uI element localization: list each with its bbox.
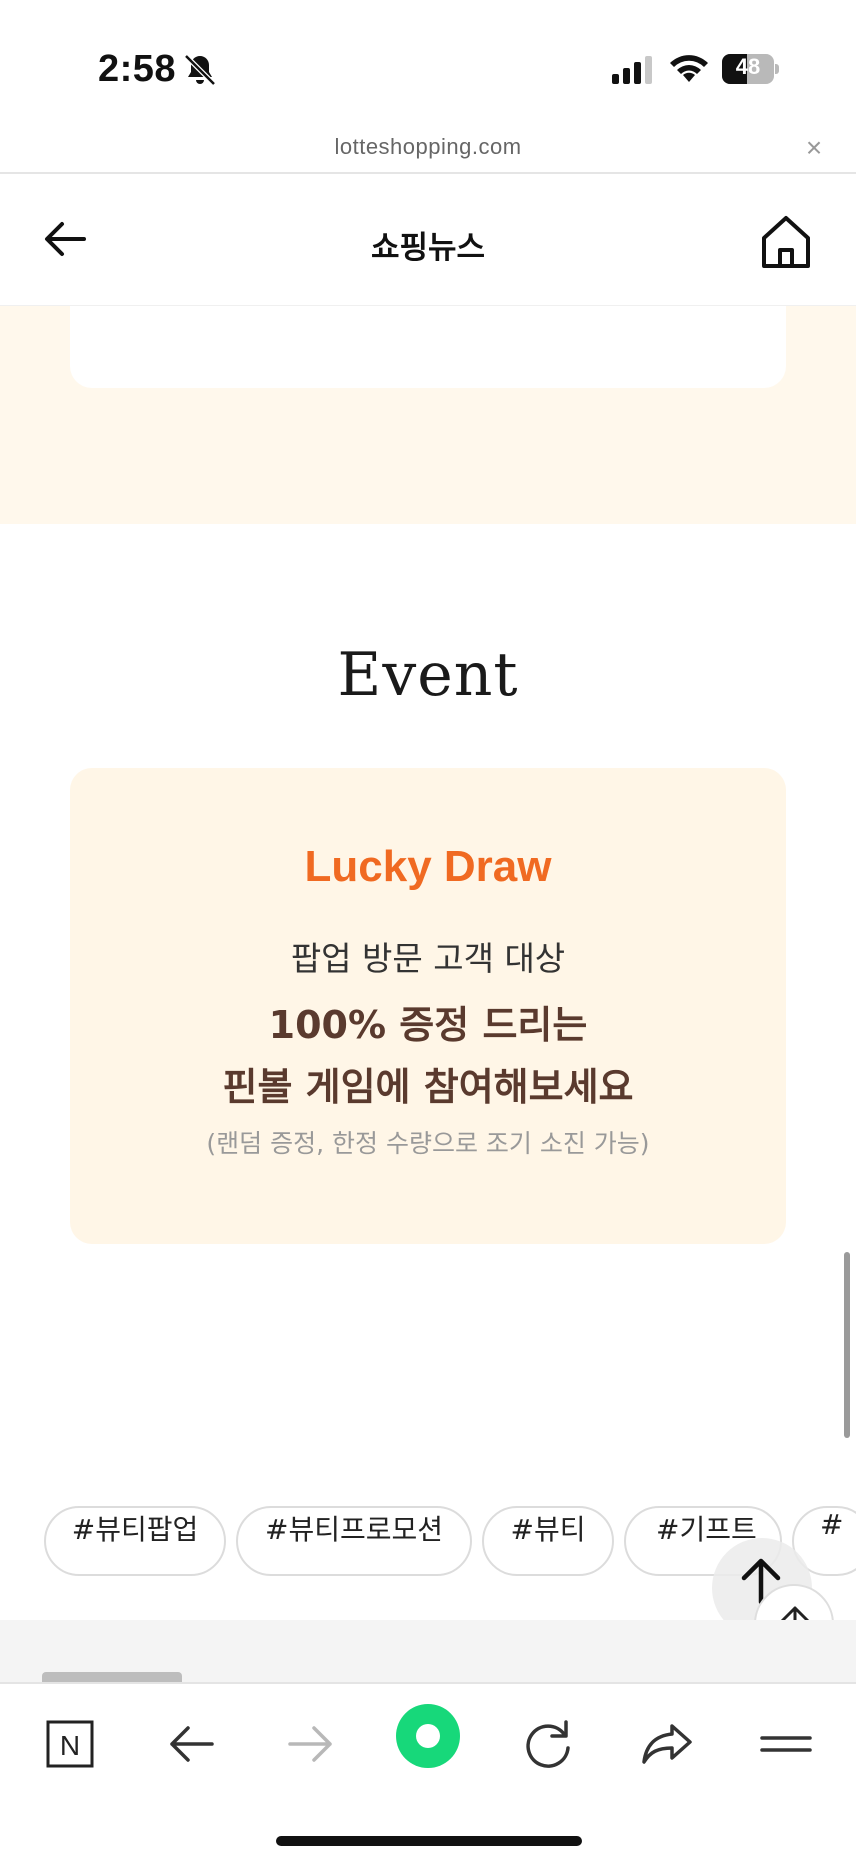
forward-arrow-icon[interactable]: [278, 1712, 342, 1776]
battery-icon: 48: [722, 54, 780, 84]
cream-card: [70, 306, 786, 388]
tag-chip[interactable]: #뷰티팝업: [44, 1506, 226, 1576]
menu-icon[interactable]: [754, 1712, 818, 1776]
signal-icon: [612, 56, 652, 84]
green-dot-icon[interactable]: [396, 1704, 460, 1768]
battery-body: 48: [722, 54, 774, 84]
scrollbar-thumb[interactable]: [844, 1252, 850, 1438]
back-arrow-icon[interactable]: [160, 1712, 224, 1776]
status-bar: 2:58 48: [0, 0, 856, 135]
event-card: Lucky Draw 팝업 방문 고객 대상 100% 증정 드리는 핀볼 게임…: [70, 768, 786, 1244]
page-title: 쇼핑뉴스: [370, 230, 486, 266]
naver-n-icon[interactable]: N: [38, 1712, 102, 1776]
bell-off-icon: [184, 54, 216, 86]
event-line-1: 팝업 방문 고객 대상: [290, 939, 566, 978]
share-icon[interactable]: [636, 1712, 700, 1776]
browser-url[interactable]: lotteshopping.com: [0, 134, 856, 160]
event-section-title: Event: [337, 640, 519, 710]
cream-section: [0, 306, 856, 524]
event-note: (랜덤 증정, 한정 수량으로 조기 소진 가능): [206, 1129, 650, 1158]
app-header: 쇼핑뉴스: [0, 174, 856, 306]
tag-chip[interactable]: #뷰티: [482, 1506, 614, 1576]
battery-cap: [775, 64, 779, 74]
home-icon[interactable]: [760, 214, 812, 270]
browser-toolbar: N: [0, 1682, 856, 1861]
wifi-icon: [670, 55, 708, 82]
home-indicator: [276, 1836, 582, 1846]
url-close-button[interactable]: ×: [800, 134, 828, 162]
naver-n-label: N: [60, 1730, 80, 1761]
reload-icon[interactable]: [516, 1712, 580, 1776]
battery-label: 48: [735, 54, 761, 79]
event-card-title: Lucky Draw: [304, 842, 552, 891]
event-line-2: 100% 증정 드리는: [268, 1003, 588, 1047]
status-time: 2:58: [98, 48, 177, 90]
tag-chip[interactable]: #뷰티프로모션: [236, 1506, 472, 1576]
event-line-3: 핀볼 게임에 참여해보세요: [222, 1065, 634, 1109]
